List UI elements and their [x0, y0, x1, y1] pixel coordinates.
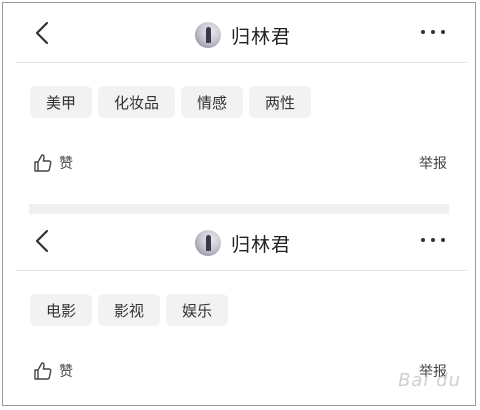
like-label: 赞 — [59, 156, 73, 172]
tag-chip[interactable]: 影视 — [98, 294, 161, 326]
avatar[interactable] — [195, 230, 221, 256]
header-divider — [15, 62, 467, 63]
thumbs-up-icon — [34, 154, 52, 172]
like-button[interactable]: 赞 — [33, 361, 73, 381]
tag-chip[interactable]: 两性 — [249, 86, 312, 118]
more-dots-icon — [431, 30, 435, 34]
more-dots-icon — [441, 30, 445, 34]
like-label: 赞 — [59, 364, 73, 380]
username[interactable]: 归林君 — [231, 230, 291, 257]
post-header: 归林君 — [3, 211, 475, 271]
more-dots-icon — [441, 238, 445, 242]
tag-list: 电影 影视 娱乐 — [30, 294, 229, 326]
screenshot-frame: 归林君 美甲 化妆品 情感 两性 赞 举报 归林君 电影 影视 娱乐 赞 举报 … — [2, 2, 476, 406]
tag-chip[interactable]: 化妆品 — [98, 86, 176, 118]
more-dots-icon — [421, 238, 425, 242]
thumbs-up-icon — [34, 362, 52, 380]
tag-chip[interactable]: 电影 — [30, 294, 93, 326]
avatar[interactable] — [195, 22, 221, 48]
back-button[interactable] — [33, 229, 53, 253]
more-dots-icon — [431, 238, 435, 242]
report-link[interactable]: 举报 — [419, 153, 447, 173]
back-button[interactable] — [33, 21, 53, 45]
chevron-left-icon — [35, 229, 49, 253]
tag-chip[interactable]: 情感 — [181, 86, 244, 118]
post-header: 归林君 — [3, 3, 475, 63]
more-options-button[interactable] — [421, 235, 445, 245]
more-options-button[interactable] — [421, 27, 445, 37]
header-divider — [15, 270, 467, 271]
more-dots-icon — [421, 30, 425, 34]
like-button[interactable]: 赞 — [33, 153, 73, 173]
tag-list: 美甲 化妆品 情感 两性 — [30, 86, 312, 118]
tag-chip[interactable]: 娱乐 — [166, 294, 229, 326]
chevron-left-icon — [35, 21, 49, 45]
watermark-logo: Bai du — [398, 370, 461, 391]
tag-chip[interactable]: 美甲 — [30, 86, 93, 118]
post-panel-1: 归林君 美甲 化妆品 情感 两性 赞 举报 — [3, 3, 475, 203]
post-footer: 赞 举报 — [3, 149, 475, 177]
user-info[interactable]: 归林君 — [195, 229, 291, 257]
user-info[interactable]: 归林君 — [195, 21, 291, 49]
username[interactable]: 归林君 — [231, 22, 291, 49]
